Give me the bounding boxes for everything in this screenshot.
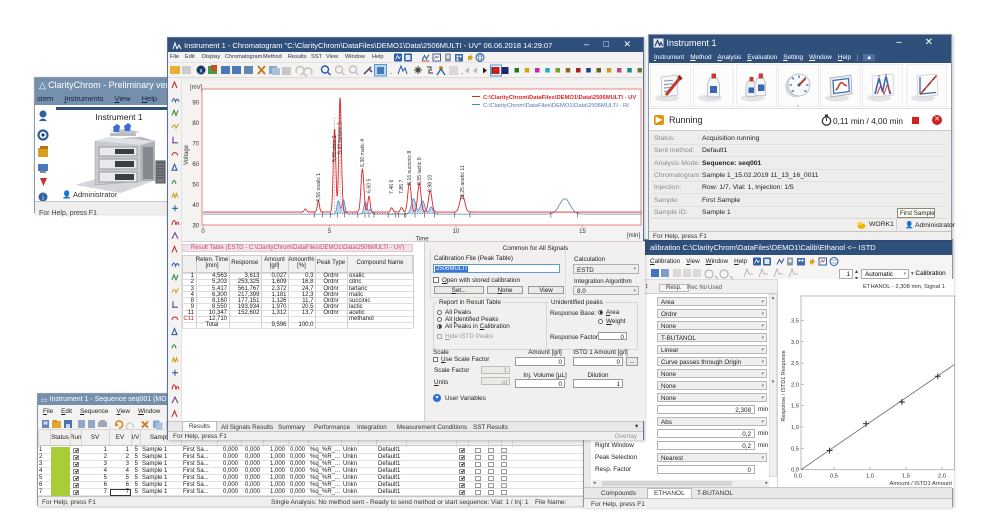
svg-text:10,25 acetic 11: 10,25 acetic 11: [460, 165, 466, 200]
svg-text:3,5: 3,5: [791, 319, 799, 325]
svg-text:2,0: 2,0: [791, 382, 799, 388]
svg-text:70: 70: [192, 142, 199, 148]
svg-text:.: .: [461, 67, 463, 76]
svg-text:15: 15: [579, 229, 586, 235]
svg-text:5,42 tartaric 3: 5,42 tartaric 3: [338, 122, 344, 154]
svg-text:.: .: [109, 423, 111, 430]
svg-text:40: 40: [192, 203, 199, 209]
svg-text:1,5: 1,5: [902, 474, 910, 480]
svg-text:1,0: 1,0: [791, 425, 799, 431]
svg-text:0,5: 0,5: [830, 474, 838, 480]
svg-text:x: x: [200, 69, 203, 75]
svg-text:C:\ClarityChrom\DataFiles\DEMO: C:\ClarityChrom\DataFiles\DEMO1\Data\250…: [483, 103, 629, 109]
svg-text:10: 10: [453, 229, 460, 235]
svg-text:7,85 7: 7,85 7: [399, 179, 405, 194]
svg-text:ETHANOL - 2,308 min, Signal 1: ETHANOL - 2,308 min, Signal 1: [863, 284, 945, 290]
svg-text:Voltage: Voltage: [184, 144, 190, 165]
svg-text:8,55 lactic 9: 8,55 lactic 9: [417, 157, 423, 185]
svg-text:6,30 malic 4: 6,30 malic 4: [360, 139, 366, 167]
svg-text:2,0: 2,0: [938, 474, 946, 480]
svg-text:8,98 10: 8,98 10: [428, 175, 434, 192]
svg-text:0,5: 0,5: [791, 446, 799, 452]
svg-text:8,16 succinic 8: 8,16 succinic 8: [407, 151, 413, 185]
svg-text:0,0: 0,0: [794, 474, 802, 480]
svg-text:7,46 6: 7,46 6: [389, 179, 395, 194]
svg-text:6,60 5: 6,60 5: [367, 178, 373, 193]
svg-text:90: 90: [192, 101, 199, 107]
svg-text:1,0: 1,0: [866, 474, 874, 480]
svg-text:[min]: [min]: [627, 233, 640, 239]
svg-text:2,5: 2,5: [791, 361, 799, 367]
svg-text:4,56 oxalic 1: 4,56 oxalic 1: [316, 173, 322, 202]
svg-text:60: 60: [192, 162, 199, 168]
svg-text:30: 30: [192, 224, 199, 230]
svg-text:5: 5: [328, 229, 332, 235]
svg-text:Response / ISTD1 Response: Response / ISTD1 Response: [781, 350, 787, 421]
svg-text:[mV]: [mV]: [190, 85, 203, 91]
svg-text:C:\ClarityChrom\DataFiles\DEMO: C:\ClarityChrom\DataFiles\DEMO1\Data\250…: [483, 95, 636, 101]
svg-text:1,5: 1,5: [791, 404, 799, 410]
svg-text:3,0: 3,0: [791, 340, 799, 346]
svg-text:50: 50: [192, 183, 199, 189]
svg-text:80: 80: [192, 121, 199, 127]
svg-text:0: 0: [201, 229, 205, 235]
svg-text:.: .: [390, 67, 392, 76]
